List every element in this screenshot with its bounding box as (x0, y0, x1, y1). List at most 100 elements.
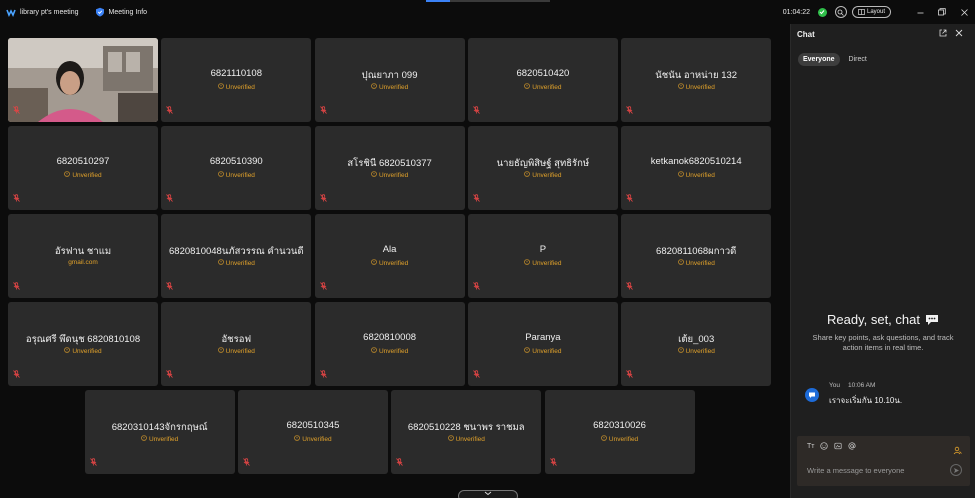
warning-icon (217, 259, 226, 267)
participant-name: อรุณศรี พึดนุช 6820810108 (25, 334, 141, 345)
emoji-icon[interactable] (820, 442, 829, 450)
close-chat-icon[interactable] (955, 29, 963, 37)
controls-toggle-button[interactable] (458, 490, 518, 498)
minimize-icon (917, 12, 923, 13)
participant-tile[interactable]: 6820310143จักรกฤษณ์ Unverified (84, 390, 235, 474)
muted-mic-icon (166, 277, 174, 295)
participant-name: 6820510228 ชนาพร ราชมล (407, 422, 525, 433)
participant-tile[interactable]: นัชนัน อาหน่าย 132 Unverified (621, 38, 772, 122)
warning-icon (524, 347, 532, 355)
participant-status-text: Unverified (225, 347, 255, 355)
participant-status: Unverified (621, 259, 771, 267)
restore-button[interactable] (931, 0, 953, 24)
participant-tile[interactable]: 6820811068ผกาวดี Unverified (621, 214, 772, 298)
warning-icon (524, 259, 532, 267)
webex-logo-icon (6, 9, 16, 17)
gif-icon[interactable] (834, 442, 843, 450)
participant-status-text: Unverified (685, 83, 715, 91)
participant-tile[interactable]: 6820310026 Unverified (544, 390, 695, 474)
message-text: เราจะเริ่มกัน 10.10น. (829, 396, 903, 405)
layout-label: Layout (866, 9, 885, 15)
tab-everyone[interactable]: Everyone (798, 53, 840, 66)
participant-status: Unverified (238, 435, 388, 443)
participant-status-text: Unverified (225, 83, 255, 91)
participant-name: ปุณยาภา 099 (361, 70, 418, 81)
warning-icon (524, 171, 532, 179)
participant-status-text: Unverified (532, 171, 562, 179)
close-button[interactable] (953, 0, 975, 24)
meeting-name-label: library pt's meeting (20, 8, 79, 16)
participant-tile[interactable]: 6820810008 Unverified (314, 302, 465, 386)
participant-status-text: Unverified (378, 347, 409, 355)
participant-name: 6820510420 (516, 68, 570, 79)
participant-name: นายธัญพิสิษฐ์ สุทธิรักษ์ (496, 158, 590, 169)
minimize-button[interactable] (909, 0, 931, 24)
warning-icon (601, 435, 609, 443)
popout-icon[interactable] (939, 29, 947, 37)
participant-status: Unverified (8, 347, 158, 355)
participant-name: 6820510390 (209, 156, 263, 167)
participant-tile[interactable]: 6821110108 Unverified (161, 38, 312, 122)
participant-tile[interactable]: 6820510228 ชนาพร ราชมล Unverified (391, 390, 542, 474)
title-right: 01:04:22 Layout (783, 0, 975, 24)
layout-button[interactable]: Layout (851, 6, 891, 18)
participant-status: gmail.com (8, 259, 158, 266)
participant-tile[interactable]: 6820510345 Unverified (237, 390, 388, 474)
message-meta: You 10:06 AM (829, 382, 875, 389)
muted-mic-icon (473, 189, 480, 207)
message-input[interactable]: Write a message to everyone (807, 466, 904, 475)
participant-tile[interactable]: Paranya Unverified (467, 302, 618, 386)
participant-name: 6820510345 (286, 420, 340, 431)
participant-tile[interactable]: ปุณยาภา 099 Unverified (314, 38, 465, 122)
muted-mic-icon (473, 365, 480, 383)
participant-status-text: Unverified (72, 347, 102, 355)
participant-tile[interactable]: อรุณศรี พึดนุช 6820810108 Unverified (8, 302, 158, 386)
participant-tile[interactable]: 6820510390 Unverified (161, 126, 312, 210)
screen-share-indicator (426, 0, 550, 2)
text-format-button[interactable]: Tт (807, 443, 814, 450)
participant-video-feed (8, 38, 158, 122)
participant-tile[interactable]: 6820510420 Unverified (467, 38, 618, 122)
meeting-name[interactable]: library pt's meeting (6, 7, 79, 17)
warning-icon (371, 259, 379, 267)
chevron-down-icon (484, 491, 492, 496)
participant-status: Unverified (85, 435, 235, 443)
participant-tile[interactable]: อัชรอฟ Unverified (161, 302, 312, 386)
participant-tile[interactable]: 6820810048นภัสวรรณ คำนวนดี Unverified (161, 214, 312, 298)
chat-composer: Tт Write a message to everyone (797, 436, 970, 486)
participant-tile[interactable]: สโรชินี 6820510377 Unverified (314, 126, 465, 210)
participant-tile[interactable]: P Unverified (467, 214, 618, 298)
participant-name: เต้ย_003 (678, 334, 715, 345)
participant-video-tile[interactable] (8, 38, 158, 122)
warning-icon (677, 171, 686, 179)
empty-state-subtitle: Share key points, ask questions, and tra… (812, 333, 954, 353)
participant-status: Unverified (161, 171, 311, 179)
muted-mic-icon (13, 277, 20, 295)
chat-header: Chat (791, 24, 975, 44)
muted-mic-icon (473, 277, 480, 295)
meeting-info-button[interactable]: Meeting Info (95, 7, 147, 17)
title-bar: library pt's meeting Meeting Info 01:04:… (0, 0, 975, 24)
layout-icon (858, 9, 865, 15)
participant-name: 6820310143จักรกฤษณ์ (111, 422, 208, 433)
recipient-icon[interactable] (953, 442, 962, 460)
composer-toolbar: Tт (807, 442, 862, 450)
send-button[interactable] (950, 464, 962, 476)
participant-status-text: Unverified (532, 259, 562, 267)
participant-tile[interactable]: อัรฟาน ชาแม gmail.com (8, 214, 158, 298)
participant-tile[interactable]: ketkanok6820510214 Unverified (621, 126, 772, 210)
participant-tile[interactable]: Ala Unverified (314, 214, 465, 298)
participant-name: 6820510297 (56, 156, 110, 167)
participant-status-text: Unverified (685, 347, 715, 355)
muted-mic-icon (13, 365, 20, 383)
participant-tile[interactable]: 6820510297 Unverified (8, 126, 158, 210)
empty-title-text: Ready, set, chat (827, 312, 920, 327)
muted-mic-icon (319, 189, 327, 207)
muted-mic-icon (166, 189, 174, 207)
mention-icon[interactable] (848, 442, 857, 450)
participant-name: 6820310026 (593, 420, 646, 431)
tab-direct[interactable]: Direct (844, 53, 872, 66)
participant-tile[interactable]: เต้ย_003 Unverified (621, 302, 772, 386)
participant-tile[interactable]: นายธัญพิสิษฐ์ สุทธิรักษ์ Unverified (467, 126, 618, 210)
zoom-icon[interactable] (834, 6, 847, 18)
